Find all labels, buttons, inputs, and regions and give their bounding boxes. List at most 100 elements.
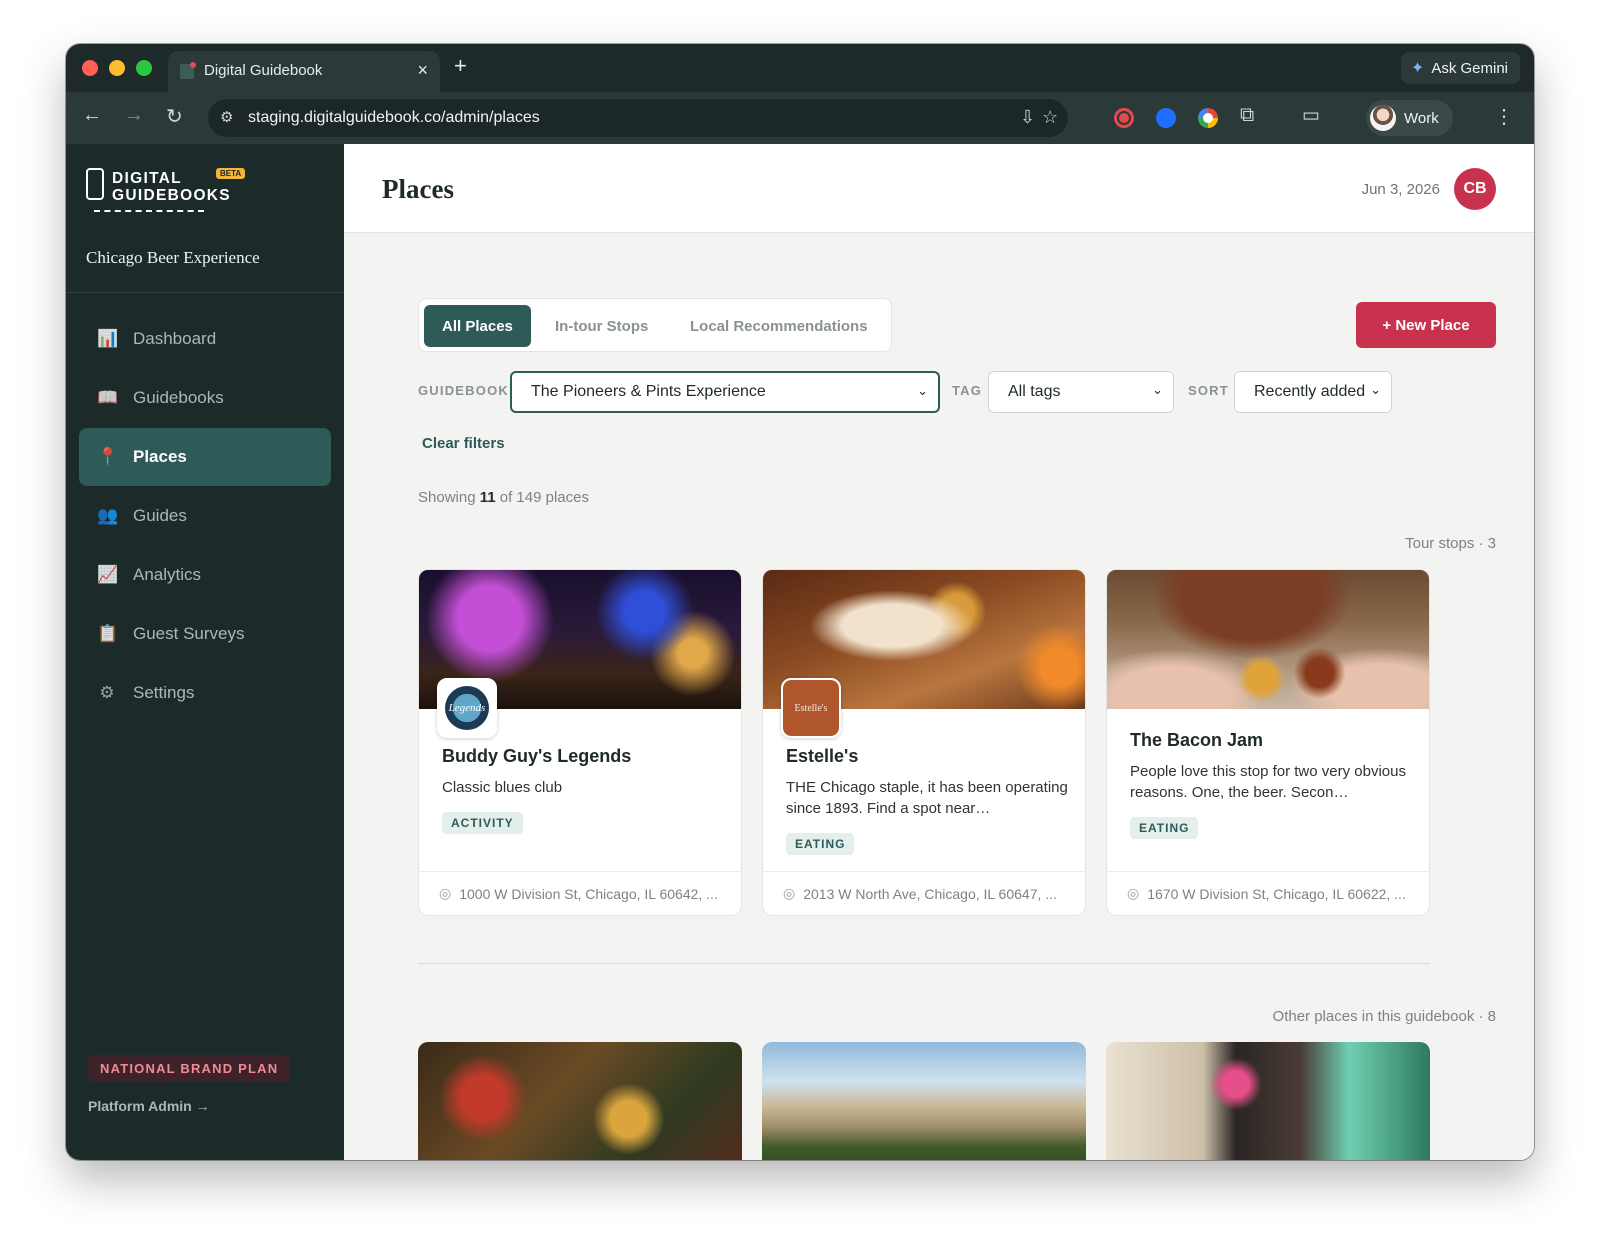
guidebook-select[interactable]: The Pioneers & Pints Experience ⌄ (510, 371, 940, 413)
guidebook-select-value: The Pioneers & Pints Experience (531, 383, 766, 400)
place-name: Estelle's (786, 746, 859, 766)
sidebar-item-label: Places (133, 447, 187, 466)
profile-label: Work (1404, 109, 1439, 127)
sidebar-item-settings[interactable]: ⚙ Settings (79, 664, 331, 722)
other-places-heading: Other places in this guidebook · 8 (1272, 1008, 1496, 1025)
clipboard-icon: 📋 (97, 624, 119, 643)
minimize-window-button[interactable] (109, 60, 125, 76)
sidebar-item-label: Analytics (133, 565, 202, 584)
place-address-row: ◎ 1670 W Division St, Chicago, IL 60622,… (1107, 871, 1429, 915)
place-description: THE Chicago staple, it has been operatin… (786, 779, 1068, 817)
sidebar-item-guides[interactable]: 👥 Guides (79, 487, 331, 545)
browser-toolbar: ← → ↻ ⚙ staging.digitalguidebook.co/admi… (66, 92, 1534, 144)
place-name: Buddy Guy's Legends (442, 746, 632, 766)
place-tag: EATING (1130, 817, 1199, 839)
place-name: The Bacon Jam (1130, 730, 1264, 750)
place-card-photo[interactable] (418, 1042, 742, 1160)
sidebar-item-dashboard[interactable]: 📊 Dashboard (79, 310, 331, 368)
close-tab-icon[interactable]: × (417, 60, 428, 81)
clear-filters-link[interactable]: Clear filters (422, 435, 505, 452)
reload-icon[interactable]: ↻ (166, 104, 183, 129)
forward-arrow-icon[interactable]: → (124, 104, 144, 127)
maximize-window-button[interactable] (136, 60, 152, 76)
address-bar[interactable]: ⚙ staging.digitalguidebook.co/admin/plac… (208, 99, 1068, 137)
back-arrow-icon[interactable]: ← (82, 104, 102, 127)
place-address-row: ◎ 1000 W Division St, Chicago, IL 60642,… (419, 871, 741, 915)
place-photo (1107, 570, 1429, 709)
bar-chart-icon: 📊 (97, 329, 119, 348)
browser-tab[interactable]: Digital Guidebook × (168, 51, 440, 92)
organization-name: Chicago Beer Experience (86, 248, 260, 267)
tag-select-value: All tags (1008, 383, 1061, 400)
phone-logo-icon (86, 168, 104, 200)
place-tag: EATING (786, 833, 855, 855)
logo-text: DIGITAL GUIDEBOOKS (112, 170, 231, 204)
chevron-down-icon: ⌄ (1370, 382, 1381, 397)
tag-select[interactable]: All tags ⌄ (988, 371, 1174, 413)
pin-icon: 📍 (97, 447, 119, 466)
place-card[interactable]: The Bacon Jam People love this stop for … (1106, 569, 1430, 916)
sidebar-item-places[interactable]: 📍 Places (79, 428, 331, 486)
ask-gemini-button[interactable]: ✦ Ask Gemini (1400, 52, 1520, 84)
place-card-photo[interactable] (1106, 1042, 1430, 1160)
bookmark-star-icon[interactable]: ☆ (1042, 107, 1058, 128)
tab-in-tour-stops[interactable]: In-tour Stops (537, 305, 666, 347)
sidebar-item-label: Guest Surveys (133, 624, 245, 643)
profile-button[interactable]: Work (1366, 100, 1453, 136)
section-divider (418, 963, 1430, 964)
plan-badge: NATIONAL BRAND PLAN (88, 1055, 291, 1082)
place-card[interactable]: Estelle's Estelle's THE Chicago staple, … (762, 569, 1086, 916)
page-title: Places (382, 174, 454, 204)
place-card[interactable]: Legends Buddy Guy's Legends Classic blue… (418, 569, 742, 916)
color-extension-icon[interactable] (1198, 108, 1218, 128)
location-pin-icon: ◎ (439, 885, 452, 901)
place-address-row: ◎ 2013 W North Ave, Chicago, IL 60647, .… (763, 871, 1085, 915)
location-pin-icon: ◎ (1127, 885, 1140, 901)
user-avatar[interactable]: CB (1454, 168, 1496, 210)
sidebar-item-guest-surveys[interactable]: 📋 Guest Surveys (79, 605, 331, 663)
place-description: People love this stop for two very obvio… (1130, 763, 1406, 801)
tab-all-places[interactable]: All Places (424, 305, 531, 347)
sidebar-nav: 📊 Dashboard 📖 Guidebooks 📍 Places 👥 Guid… (79, 310, 331, 723)
app: DIGITAL GUIDEBOOKS BETA Chicago Beer Exp… (66, 144, 1534, 1160)
logo-dashed-line (94, 210, 204, 212)
places-filter-tabs: All Places In-tour Stops Local Recommend… (418, 298, 892, 352)
site-settings-icon[interactable]: ⚙ (220, 108, 233, 126)
sidebar-item-label: Guides (133, 506, 187, 525)
guidebook-filter-label: GUIDEBOOK (418, 383, 509, 398)
gear-icon: ⚙ (99, 683, 115, 702)
platform-admin-link[interactable]: Platform Admin → (88, 1098, 210, 1114)
beta-badge: BETA (216, 168, 246, 179)
estelles-logo: Estelle's (781, 678, 841, 738)
location-pin-icon: ◎ (783, 885, 796, 901)
profile-avatar (1370, 105, 1396, 131)
sidebar-item-analytics[interactable]: 📈 Analytics (79, 546, 331, 604)
blue-extension-icon[interactable] (1156, 108, 1176, 128)
browser-menu-icon[interactable]: ⋮ (1494, 104, 1514, 129)
sidebar-item-label: Guidebooks (133, 388, 224, 407)
sidebar-item-guidebooks[interactable]: 📖 Guidebooks (79, 369, 331, 427)
side-panel-icon[interactable]: ▭ (1302, 104, 1320, 127)
url-text[interactable]: staging.digitalguidebook.co/admin/places (248, 109, 540, 127)
record-extension-icon[interactable] (1114, 108, 1134, 128)
book-icon: 📖 (97, 388, 119, 407)
new-tab-button[interactable]: + (454, 53, 467, 79)
close-window-button[interactable] (82, 60, 98, 76)
digital-guidebooks-logo[interactable]: DIGITAL GUIDEBOOKS BETA (86, 168, 256, 218)
tab-local-recommendations[interactable]: Local Recommendations (672, 305, 886, 347)
place-card-photo[interactable] (762, 1042, 1086, 1160)
browser-window: Digital Guidebook × + ✦ Ask Gemini ← → ↻… (66, 44, 1534, 1160)
chevron-down-icon: ⌄ (1152, 382, 1163, 397)
place-address: 1670 W Division St, Chicago, IL 60622, .… (1147, 885, 1406, 902)
extensions-puzzle-icon[interactable]: ⧉ (1240, 104, 1254, 127)
sort-select[interactable]: Recently added ⌄ (1234, 371, 1392, 413)
main-content: Places Jun 3, 2026 CB All Places In-tour… (344, 144, 1534, 1160)
sidebar-item-label: Settings (133, 683, 195, 702)
tag-filter-label: TAG (952, 383, 983, 398)
legends-logo: Legends (437, 678, 497, 738)
new-place-button[interactable]: + New Place (1356, 302, 1496, 348)
install-app-icon[interactable]: ⇩ (1020, 107, 1035, 128)
sidebar-divider (66, 292, 344, 293)
place-tag: ACTIVITY (442, 812, 523, 834)
sort-filter-label: SORT (1188, 383, 1229, 398)
